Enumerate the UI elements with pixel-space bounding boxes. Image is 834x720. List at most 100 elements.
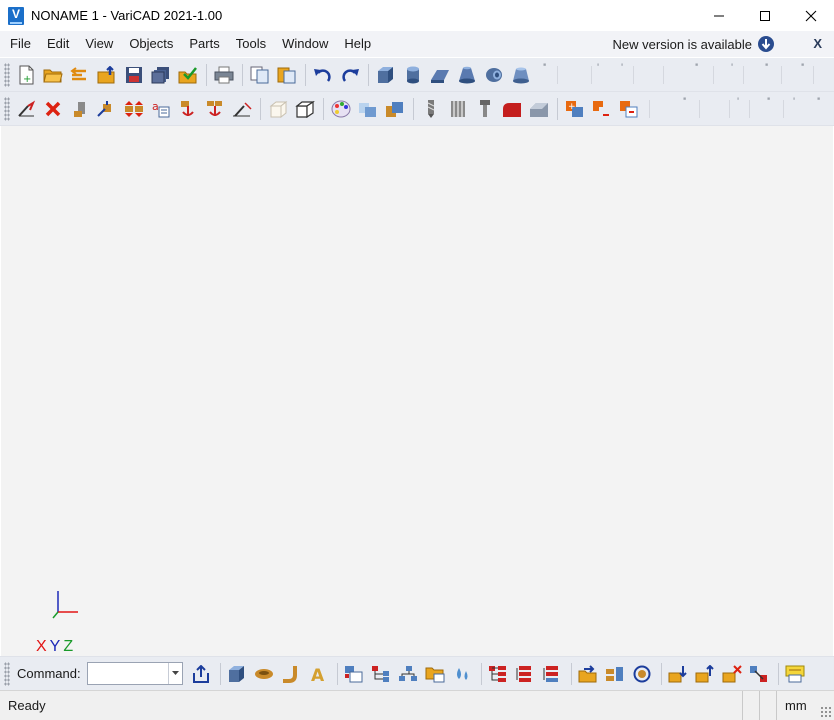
shaded-boxes-icon[interactable] bbox=[355, 96, 380, 122]
close-icon bbox=[805, 10, 817, 21]
menu-objects[interactable]: Objects bbox=[121, 31, 181, 57]
print-icon[interactable] bbox=[211, 62, 236, 88]
svg-text:a: a bbox=[152, 100, 159, 113]
undo-icon[interactable] bbox=[310, 62, 335, 88]
chevron-down-icon[interactable] bbox=[167, 663, 182, 684]
menu-window[interactable]: Window bbox=[274, 31, 336, 57]
axes-transform-icon[interactable] bbox=[13, 96, 38, 122]
anchor-red-icon[interactable] bbox=[175, 96, 200, 122]
status-pane-empty bbox=[759, 691, 776, 720]
cylinder-solid-icon[interactable] bbox=[400, 62, 425, 88]
menu-help[interactable]: Help bbox=[336, 31, 379, 57]
assembly-icon[interactable] bbox=[342, 661, 367, 687]
bom-list-red-icon[interactable] bbox=[513, 661, 538, 687]
folder-window-icon[interactable] bbox=[423, 661, 448, 687]
fillet-red-icon[interactable] bbox=[499, 96, 524, 122]
frustum-solid-icon[interactable] bbox=[508, 62, 533, 88]
text-solid-icon[interactable]: A bbox=[306, 661, 331, 687]
wireframe-box-icon[interactable] bbox=[265, 96, 290, 122]
status-bar: Ready mm bbox=[0, 690, 834, 720]
drawing-canvas[interactable] bbox=[1, 126, 833, 656]
update-notice[interactable]: New version is available bbox=[613, 31, 774, 57]
command-combobox[interactable] bbox=[86, 662, 183, 685]
menu-parts[interactable]: Parts bbox=[181, 31, 227, 57]
title-bar: V NONAME 1 - VariCAD 2021-1.00 bbox=[0, 0, 834, 31]
save-icon[interactable] bbox=[121, 62, 146, 88]
boolean-subtract-icon[interactable] bbox=[589, 96, 614, 122]
replace-part-icon[interactable] bbox=[747, 661, 772, 687]
open-folder-icon[interactable] bbox=[40, 62, 65, 88]
resize-grip-icon[interactable] bbox=[820, 706, 832, 718]
download-arrow-icon[interactable] bbox=[758, 36, 774, 52]
menu-edit[interactable]: Edit bbox=[39, 31, 77, 57]
minimize-button[interactable] bbox=[696, 0, 742, 31]
bom-tree-red-icon[interactable] bbox=[486, 661, 511, 687]
hierarchy-icon[interactable] bbox=[396, 661, 421, 687]
export-icon[interactable] bbox=[189, 661, 214, 687]
pipe-bend-icon[interactable] bbox=[279, 661, 304, 687]
update-close-button[interactable]: X bbox=[813, 31, 822, 57]
shelf-icon[interactable] bbox=[603, 661, 628, 687]
paste-pages-icon[interactable] bbox=[274, 62, 299, 88]
import-folder-icon[interactable] bbox=[94, 62, 119, 88]
box-solid-icon[interactable] bbox=[373, 62, 398, 88]
save-all-icon[interactable] bbox=[148, 62, 173, 88]
text-label-icon[interactable]: a bbox=[148, 96, 173, 122]
axes-reset-icon[interactable] bbox=[229, 96, 254, 122]
link-tree-icon[interactable] bbox=[369, 661, 394, 687]
menu-view[interactable]: View bbox=[77, 31, 121, 57]
insert-up-icon[interactable] bbox=[693, 661, 718, 687]
outline-box-icon[interactable] bbox=[292, 96, 317, 122]
toolbar-separator bbox=[305, 63, 306, 86]
close-button[interactable] bbox=[788, 0, 834, 31]
rotate-circle-icon[interactable] bbox=[630, 661, 655, 687]
toolbar-separator bbox=[777, 662, 779, 685]
insert-down-icon[interactable] bbox=[666, 661, 691, 687]
copy-pages-icon[interactable] bbox=[247, 62, 272, 88]
mirror-icon[interactable] bbox=[121, 96, 146, 122]
toolbar-grip[interactable] bbox=[4, 96, 10, 121]
unit-indicator: mm bbox=[776, 691, 816, 720]
properties-icon[interactable] bbox=[783, 661, 808, 687]
minimize-icon bbox=[714, 15, 724, 16]
open-folder-blue-icon[interactable] bbox=[576, 661, 601, 687]
toolbar-grip[interactable] bbox=[4, 62, 10, 87]
open-recent-icon[interactable] bbox=[67, 62, 92, 88]
new-file-icon[interactable]: + bbox=[13, 62, 38, 88]
axis-y-label: Y bbox=[49, 638, 61, 655]
toolbar-separator bbox=[480, 662, 482, 685]
delete-red-x-icon[interactable] bbox=[40, 96, 65, 122]
copy-transform-icon[interactable] bbox=[94, 96, 119, 122]
varicad-logo-icon: V bbox=[8, 6, 24, 25]
toolbar-separator bbox=[413, 97, 414, 120]
solid-box-icon[interactable] bbox=[225, 661, 250, 687]
drill-bit-icon[interactable] bbox=[418, 96, 443, 122]
redo-icon[interactable] bbox=[337, 62, 362, 88]
bolt-icon[interactable] bbox=[472, 96, 497, 122]
color-palette-icon[interactable] bbox=[328, 96, 353, 122]
chamfer-icon[interactable] bbox=[526, 96, 551, 122]
toolbar-separator bbox=[660, 662, 662, 685]
boolean-add-icon[interactable]: + bbox=[562, 96, 587, 122]
menu-tools[interactable]: Tools bbox=[228, 31, 274, 57]
window-title: NONAME 1 - VariCAD 2021-1.00 bbox=[31, 8, 223, 23]
status-pane-empty bbox=[742, 691, 759, 720]
prism-solid-icon[interactable] bbox=[427, 62, 452, 88]
thread-icon[interactable] bbox=[445, 96, 470, 122]
bom-list-blue-icon[interactable] bbox=[540, 661, 565, 687]
rotate-solid-icon[interactable] bbox=[252, 661, 277, 687]
drop-icon[interactable] bbox=[450, 661, 475, 687]
move-object-icon[interactable] bbox=[67, 96, 92, 122]
pipe-solid-icon[interactable] bbox=[481, 62, 506, 88]
maximize-button[interactable] bbox=[742, 0, 788, 31]
toolbar-grip[interactable] bbox=[4, 661, 10, 686]
delete-part-icon[interactable] bbox=[720, 661, 745, 687]
boolean-intersect-icon[interactable] bbox=[616, 96, 641, 122]
update-notice-text[interactable]: New version is available bbox=[613, 37, 752, 52]
check-folder-icon[interactable] bbox=[175, 62, 200, 88]
anchor-group-icon[interactable] bbox=[202, 96, 227, 122]
menu-file[interactable]: File bbox=[0, 31, 39, 57]
command-input[interactable] bbox=[87, 663, 168, 684]
stacked-boxes-icon[interactable] bbox=[382, 96, 407, 122]
cone-solid-icon[interactable] bbox=[454, 62, 479, 88]
